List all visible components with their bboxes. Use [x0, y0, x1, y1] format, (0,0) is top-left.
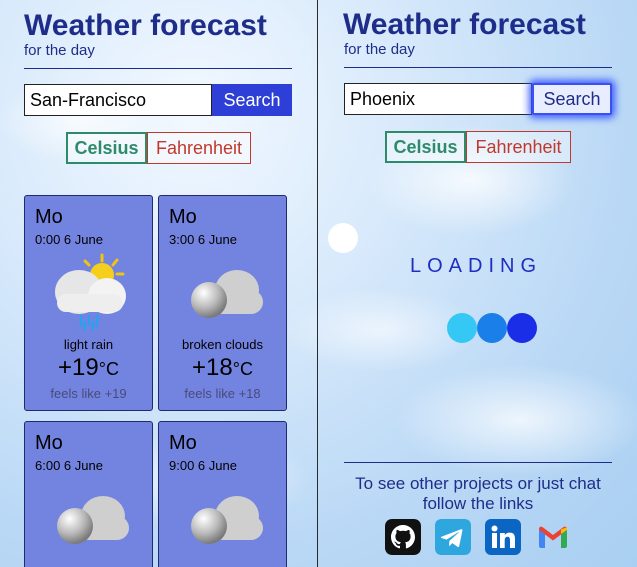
loading-dot [447, 313, 477, 343]
card-temperature: +19°C [25, 354, 152, 382]
forecast-card: Mo 6:00 6 June [24, 421, 153, 567]
title-divider [24, 68, 292, 69]
card-time: 3:00 6 June [169, 232, 237, 247]
page-subtitle: for the day [24, 42, 95, 59]
loading-dot [477, 313, 507, 343]
card-day: Mo [169, 206, 197, 228]
title-divider [344, 67, 612, 68]
card-day: Mo [35, 206, 63, 228]
celsius-button[interactable]: Celsius [385, 131, 466, 163]
loading-dot [507, 313, 537, 343]
card-day: Mo [169, 432, 197, 454]
card-feels-like: feels like +19 [50, 386, 127, 401]
telegram-icon[interactable] [435, 519, 471, 555]
card-temperature: +18°C [159, 354, 286, 382]
forecast-card: Mo 3:00 6 June broken clouds +18°C feels… [158, 195, 287, 411]
broken-clouds-icon [191, 496, 263, 544]
github-icon[interactable] [385, 519, 421, 555]
fahrenheit-button[interactable]: Fahrenheit [466, 131, 571, 163]
right-panel: Weather forecast for the day Search Cels… [318, 0, 637, 567]
celsius-button[interactable]: Celsius [66, 132, 147, 164]
temperature-unit: °C [98, 359, 119, 379]
temperature-unit: °C [232, 359, 253, 379]
broken-clouds-icon [191, 270, 263, 318]
left-panel: Weather forecast for the day Search Cels… [0, 0, 317, 567]
city-search-input[interactable] [24, 84, 212, 116]
gmail-icon[interactable] [535, 519, 571, 555]
fahrenheit-button[interactable]: Fahrenheit [147, 132, 251, 164]
card-description: light rain [63, 337, 114, 352]
city-search-input[interactable] [344, 83, 532, 115]
card-feels-like: feels like +18 [184, 386, 261, 401]
broken-clouds-icon [57, 496, 129, 544]
temperature-value: +18 [192, 354, 233, 381]
linkedin-icon[interactable] [485, 519, 521, 555]
temperature-value: +19 [58, 354, 99, 381]
card-time: 9:00 6 June [169, 458, 237, 473]
forecast-card: Mo 9:00 6 June [158, 421, 287, 567]
footer-divider [344, 462, 612, 463]
loading-spinner-dot [328, 223, 358, 253]
search-button[interactable]: Search [532, 83, 612, 115]
footer-text: To see other projects or just chat follo… [355, 474, 601, 513]
card-day: Mo [35, 432, 63, 454]
card-description: broken clouds [182, 337, 263, 352]
card-time: 0:00 6 June [35, 232, 103, 247]
search-button[interactable]: Search [212, 84, 292, 116]
page-title: Weather forecast [343, 8, 586, 41]
sun-cloud-rain-icon [55, 253, 126, 332]
forecast-card: Mo 0:00 6 June light rain +19°C feels li… [24, 195, 153, 411]
page-subtitle: for the day [344, 41, 415, 58]
card-time: 6:00 6 June [35, 458, 103, 473]
loading-label: LOADING [410, 255, 543, 277]
page-title: Weather forecast [24, 9, 267, 42]
